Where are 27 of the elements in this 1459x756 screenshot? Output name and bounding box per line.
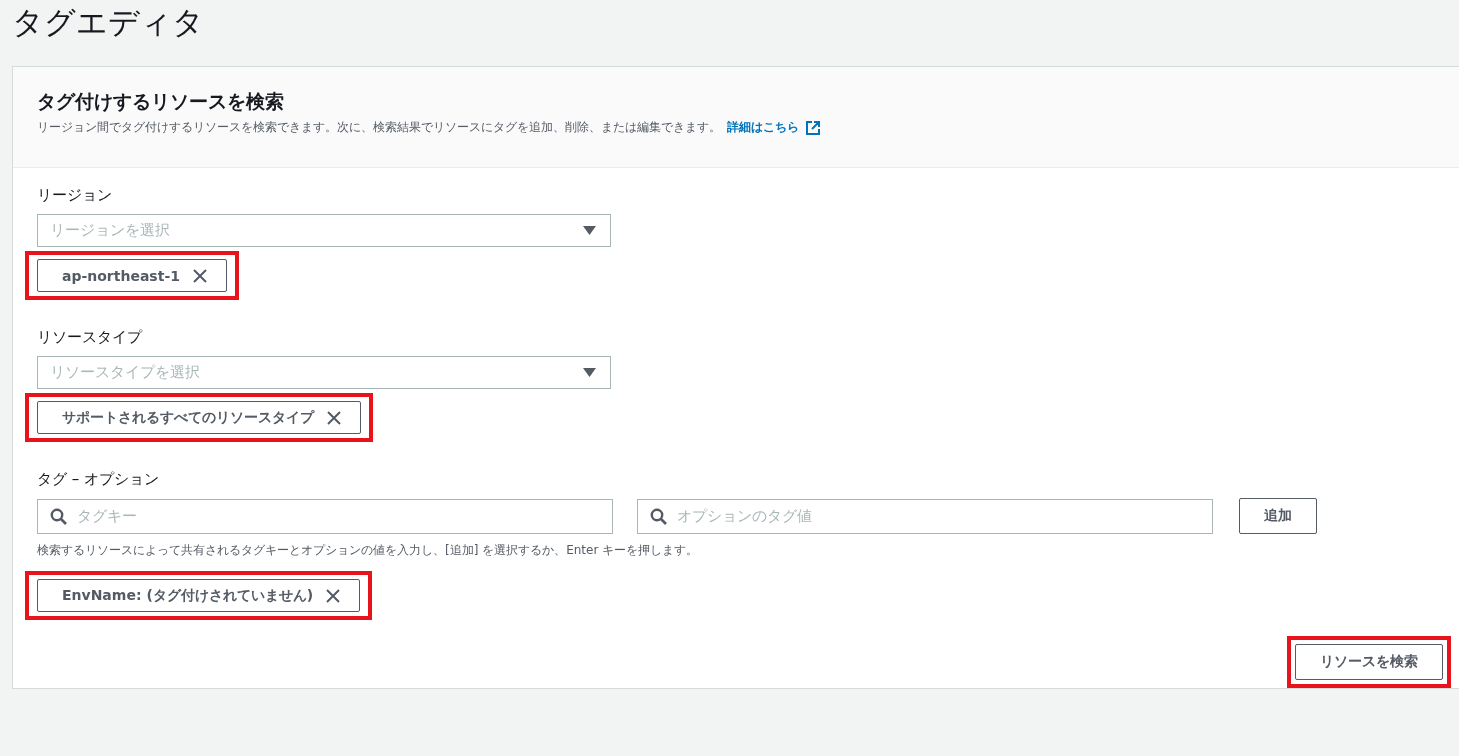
close-icon[interactable] <box>191 267 208 284</box>
field-label: リソースタイプ <box>37 327 144 348</box>
tag-value-field[interactable]: オプションのタグ値 <box>637 498 1213 534</box>
close-icon[interactable] <box>326 409 342 426</box>
caret-icon <box>583 368 596 377</box>
token-label: サポートされるすべてのリソースタイプ <box>62 408 314 427</box>
select-placeholder: リソースタイプを選択 <box>50 363 200 382</box>
panel-title: タグ付けするリソースを検索 <box>37 89 285 114</box>
token-label: ap-northeast-1 <box>62 267 180 284</box>
close-icon[interactable] <box>325 587 342 604</box>
field-label: タグ – オプション <box>37 469 161 490</box>
learn-more-link[interactable]: 詳細はこちら <box>727 119 799 136</box>
caret-icon <box>583 226 596 235</box>
panel-description: リージョン間でタグ付けするリソースを検索できます。次に、検索結果でリソースにタグを追加、削除、または編集できます。 <box>37 119 721 136</box>
search-icon <box>650 507 667 525</box>
search-icon <box>50 507 67 525</box>
select-field[interactable]: リソースタイプを選択 <box>37 356 611 389</box>
field-label: リージョン <box>37 185 113 206</box>
select-placeholder: リージョンを選択 <box>50 221 170 240</box>
hint-text: 検索するリソースによって共有されるタグキーとオプションの値を入力し、[追加] を選択するか、Enter キーを押します。 <box>37 542 700 559</box>
add-button[interactable]: 追加 <box>1239 498 1317 534</box>
external-link-icon <box>805 119 821 136</box>
select-field[interactable]: リージョンを選択 <box>37 214 611 247</box>
tag-key-field[interactable]: タグキー <box>37 498 613 534</box>
token-label: EnvName: (タグ付けされていません) <box>62 586 314 605</box>
search-resources-button[interactable]: リソースを検索 <box>1295 644 1443 680</box>
page-title: タグエディタ <box>11 3 205 42</box>
